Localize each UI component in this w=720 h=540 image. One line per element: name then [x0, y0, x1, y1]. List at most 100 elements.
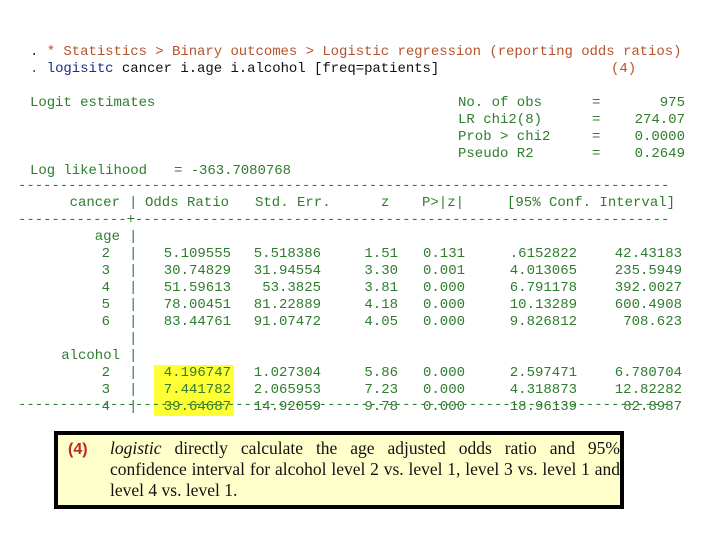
group-header-row: age | — [0, 229, 720, 246]
ci-upper-value: 392.0027 — [614, 280, 682, 296]
annotation-text: logistic directly calculate the age adju… — [110, 438, 620, 501]
column-separator: | — [129, 314, 138, 330]
stat-row: Pseudo R2 = 0.2649 — [0, 146, 720, 163]
table-row: 2 | 4.196747 1.027304 5.86 0.000 2.597471 6.780… — [0, 365, 720, 382]
header-odds-ratio: Odds Ratio — [145, 195, 230, 211]
stat-value: 975 — [659, 95, 685, 111]
ci-lower-value: .6152822 — [509, 246, 577, 262]
level-label: 5 — [101, 297, 110, 313]
odds-ratio-value: 83.44761 — [163, 314, 231, 330]
level-label: 2 — [101, 246, 110, 262]
annotation-box: (4) logistic directly calculate the age … — [54, 431, 624, 509]
z-value: 4.18 — [364, 297, 398, 313]
column-separator: | — [129, 348, 138, 364]
odds-ratio-value: 30.74829 — [163, 263, 231, 279]
stat-value: 0.0000 — [634, 129, 685, 145]
command-line-comment: . * Statistics > Binary outcomes > Logis… — [30, 44, 681, 61]
reference-marker: (4) — [611, 61, 637, 77]
annotation-body: directly calculate the age adjusted odds… — [110, 438, 620, 500]
stat-value: 0.2649 — [634, 146, 685, 162]
group-header-row: alcohol | — [0, 348, 720, 365]
annotation-reference: (4) — [68, 441, 88, 458]
table-row: 5 | 78.00451 81.22889 4.18 0.000 10.13289 600.4… — [0, 297, 720, 314]
stat-row: No. of obs = 975 — [0, 95, 720, 112]
column-separator: | — [129, 331, 138, 347]
header-separator: | — [129, 195, 138, 211]
z-value: 5.86 — [364, 365, 398, 381]
stat-row: LR chi2(8) = 274.07 — [0, 112, 720, 129]
prompt-dot: . — [30, 61, 39, 77]
group-name: age — [94, 229, 120, 245]
stat-label: No. of obs — [458, 95, 543, 111]
command-keyword: logisitc — [46, 61, 114, 77]
std-err-value: 31.94554 — [253, 263, 321, 279]
table-row: 4 | 51.59613 53.3825 3.81 0.000 6.791178 392.00… — [0, 280, 720, 297]
column-separator: | — [129, 365, 138, 381]
level-label: 2 — [101, 365, 110, 381]
p-value: 0.000 — [422, 314, 465, 330]
p-value: 0.000 — [422, 297, 465, 313]
z-value: 3.81 — [364, 280, 398, 296]
z-value: 1.51 — [364, 246, 398, 262]
std-err-value: 53.3825 — [262, 280, 321, 296]
annotation-command: logistic — [110, 438, 162, 458]
stat-equals: = — [592, 129, 601, 145]
table-row: 6 | 83.44761 91.07472 4.05 0.000 9.826812 708.6… — [0, 314, 720, 331]
std-err-value: 1.027304 — [253, 365, 321, 381]
z-value: 3.30 — [364, 263, 398, 279]
ci-upper-value: 235.5949 — [614, 263, 682, 279]
stat-label: Pseudo R2 — [458, 146, 534, 162]
p-value: 0.001 — [422, 263, 465, 279]
header-std-err: Std. Err. — [255, 195, 331, 211]
column-separator: | — [129, 246, 138, 262]
table-rule-bottom: ----------------------------------------… — [18, 397, 670, 413]
ci-lower-value: 4.013065 — [509, 263, 577, 279]
ci-upper-value: 708.623 — [623, 314, 682, 330]
table-header-row: cancer | Odds Ratio Std. Err. z P>|z| [9… — [0, 195, 720, 212]
odds-ratio-value: 78.00451 — [163, 297, 231, 313]
ci-upper-value: 600.4908 — [614, 297, 682, 313]
z-value: 4.05 — [364, 314, 398, 330]
command-args: cancer i.age i.alcohol [freq=patients] — [121, 61, 440, 77]
std-err-value: 5.518386 — [253, 246, 321, 262]
ci-lower-value: 9.826812 — [509, 314, 577, 330]
group-name: alcohol — [61, 348, 120, 364]
stat-value: 274.07 — [634, 112, 685, 128]
ci-lower-value: 2.597471 — [509, 365, 577, 381]
p-value: 0.000 — [422, 280, 465, 296]
ci-lower-value: 10.13289 — [509, 297, 577, 313]
p-value: 0.000 — [422, 365, 465, 381]
ci-lower-value: 6.791178 — [509, 280, 577, 296]
level-label: 4 — [101, 280, 110, 296]
stat-equals: = — [592, 112, 601, 128]
ci-upper-value: 6.780704 — [614, 365, 682, 381]
stat-equals: = — [592, 146, 601, 162]
stat-label: Prob > chi2 — [458, 129, 551, 145]
prompt-dot: . — [30, 44, 39, 60]
odds-ratio-value: 5.109555 — [163, 246, 231, 262]
header-p-value: P>|z| — [422, 195, 465, 211]
menu-path-comment: * Statistics > Binary outcomes > Logisti… — [46, 44, 682, 60]
table-row: 3 | 30.74829 31.94554 3.30 0.001 4.013065 235.5… — [0, 263, 720, 280]
header-depvar: cancer — [69, 195, 120, 211]
odds-ratio-value: 4.196747 — [153, 365, 234, 382]
header-z: z — [381, 195, 390, 211]
odds-ratio-value: 51.59613 — [163, 280, 231, 296]
column-separator: | — [129, 297, 138, 313]
std-err-value: 91.07472 — [253, 314, 321, 330]
stat-label: LR chi2(8) — [458, 112, 543, 128]
header-conf-interval: [95% Conf. Interval] — [507, 195, 676, 211]
table-row: 2 | 5.109555 5.518386 1.51 0.131 .6152822 42.43… — [0, 246, 720, 263]
table-rule-top: ----------------------------------------… — [18, 178, 670, 194]
command-line: . logisitc cancer i.age i.alcohol [freq=… — [30, 61, 439, 78]
table-rule-mid: -------------+--------------------------… — [18, 212, 670, 228]
spacer-row: | — [0, 331, 720, 348]
stat-equals: = — [592, 95, 601, 111]
level-label: 6 — [101, 314, 110, 330]
stat-row: Prob > chi2 = 0.0000 — [0, 129, 720, 146]
column-separator: | — [129, 263, 138, 279]
ci-upper-value: 42.43183 — [614, 246, 682, 262]
column-separator: | — [129, 229, 138, 245]
column-separator: | — [129, 280, 138, 296]
level-label: 3 — [101, 263, 110, 279]
